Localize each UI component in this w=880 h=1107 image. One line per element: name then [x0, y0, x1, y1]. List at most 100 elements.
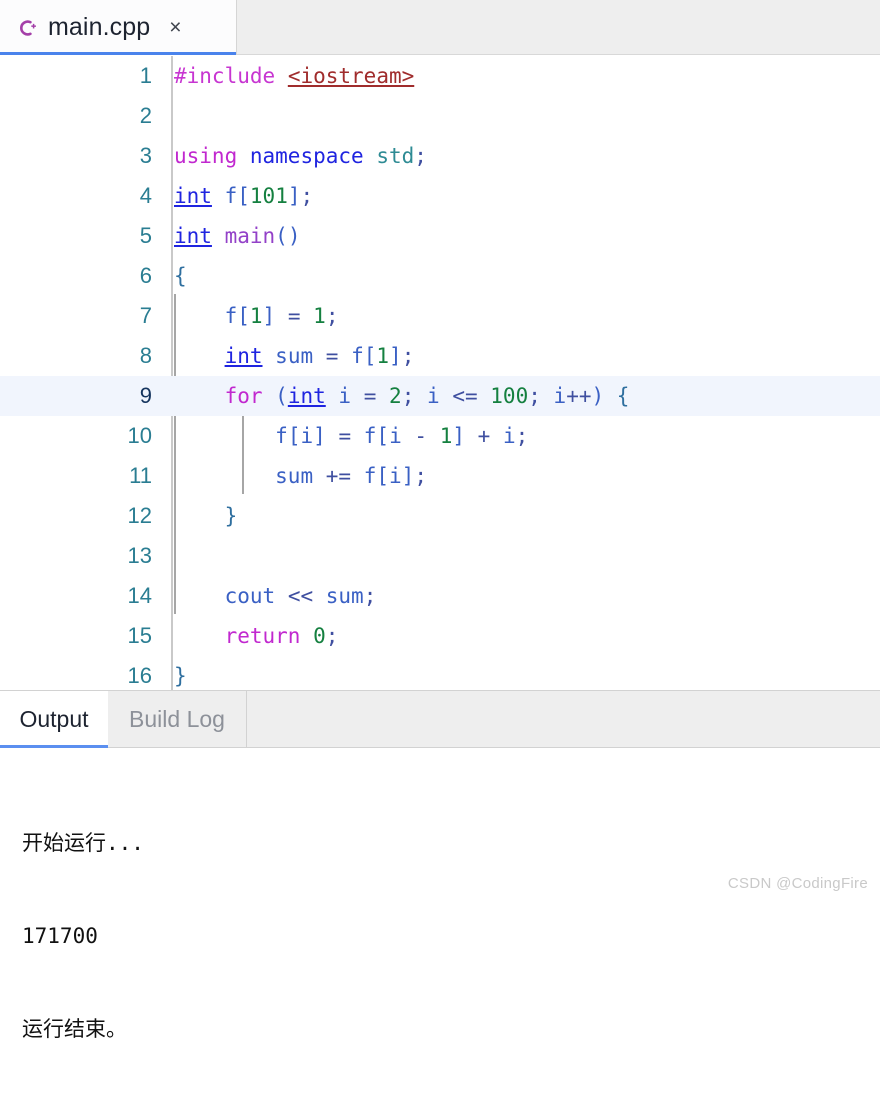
code-line-10: 10 f[i] = f[i - 1] + i;	[0, 416, 880, 456]
token-function: main	[224, 224, 276, 248]
token-operator: =	[325, 344, 339, 368]
token-number: 100	[490, 384, 529, 408]
token-parens: ()	[275, 224, 301, 248]
token-semicolon: ;	[401, 344, 415, 368]
line-number: 5	[139, 223, 152, 248]
token-identifier: i	[427, 384, 440, 408]
token-bracket: [	[376, 424, 390, 448]
code-text: }	[152, 504, 880, 528]
token-semicolon: ;	[515, 424, 529, 448]
token-type: int	[174, 184, 212, 208]
code-text: for (int i = 2; i <= 100; i++) {	[152, 384, 880, 408]
token-identifier: f	[351, 344, 364, 368]
token-number: 1	[249, 304, 263, 328]
code-line-11: 11 sum += f[i];	[0, 456, 880, 496]
code-text: int main()	[152, 224, 880, 248]
line-number: 11	[129, 463, 152, 488]
token-bracket: [	[376, 464, 390, 488]
close-icon[interactable]: ×	[169, 17, 181, 38]
editor-tab-bar: main.cpp ×	[0, 0, 880, 55]
token-brace: }	[174, 664, 187, 688]
token-operator: =	[287, 304, 301, 328]
token-type: int	[287, 384, 326, 408]
code-text: f[i] = f[i - 1] + i;	[152, 424, 880, 448]
tab-build-log[interactable]: Build Log	[108, 691, 247, 747]
token-identifier: f	[363, 464, 377, 488]
code-line-1: 1 #include <iostream>	[0, 56, 880, 96]
code-text: cout << sum;	[152, 584, 880, 608]
token-semicolon: ;	[414, 464, 427, 488]
code-text: int sum = f[1];	[152, 344, 880, 368]
code-line-9-current: 9 for (int i = 2; i <= 100; i++) {	[0, 376, 880, 416]
token-identifier: f	[224, 304, 238, 328]
output-line: 171700	[22, 924, 98, 948]
token-operator: ++	[566, 384, 592, 408]
token-type: int	[174, 224, 212, 248]
code-line-15: 15 return 0;	[0, 616, 880, 656]
token-operator: =	[338, 424, 352, 448]
code-editor[interactable]: 1 #include <iostream> 2 3 using namespac…	[0, 56, 880, 690]
code-text: using namespace std;	[152, 144, 880, 168]
token-semicolon: ;	[401, 384, 415, 408]
code-line-5: 5 int main()	[0, 216, 880, 256]
token-operator: <=	[452, 384, 478, 408]
line-number: 3	[139, 143, 152, 168]
token-identifier: i	[502, 424, 516, 448]
code-line-3: 3 using namespace std;	[0, 136, 880, 176]
token-namespace: namespace	[249, 144, 364, 168]
code-line-14: 14 cout << sum;	[0, 576, 880, 616]
token-std: std	[376, 144, 415, 168]
line-number: 1	[139, 63, 152, 88]
line-number: 7	[139, 303, 152, 328]
token-operator: =	[363, 384, 377, 408]
token-number: 2	[389, 384, 402, 408]
token-bracket: ]	[401, 464, 415, 488]
token-semicolon: ;	[300, 184, 314, 208]
token-bracket: ]	[389, 344, 402, 368]
token-bracket: [	[363, 344, 377, 368]
file-tab-main-cpp[interactable]: main.cpp ×	[0, 0, 237, 55]
code-text: int f[101];	[152, 184, 880, 208]
token-identifier: sum	[275, 464, 314, 488]
token-semicolon: ;	[325, 624, 339, 648]
token-identifier: sum	[325, 584, 364, 608]
token-bracket: [	[237, 184, 250, 208]
line-number: 16	[127, 663, 152, 688]
token-semicolon: ;	[363, 584, 377, 608]
token-paren: (	[275, 384, 288, 408]
token-identifier: i	[389, 424, 402, 448]
token-identifier: f	[224, 184, 238, 208]
token-keyword: using	[174, 144, 238, 168]
code-line-4: 4 int f[101];	[0, 176, 880, 216]
code-line-2: 2	[0, 96, 880, 136]
token-bracket: ]	[452, 424, 465, 448]
token-bracket: [	[287, 424, 301, 448]
token-identifier: i	[553, 384, 567, 408]
line-number: 2	[139, 103, 152, 128]
token-identifier: sum	[275, 344, 314, 368]
code-text: #include <iostream>	[152, 64, 880, 88]
token-identifier: f	[275, 424, 288, 448]
token-paren: )	[591, 384, 605, 408]
token-brace: {	[616, 384, 630, 408]
token-keyword: return	[224, 624, 301, 648]
token-preprocessor: #include	[174, 64, 276, 88]
code-line-6: 6 {	[0, 256, 880, 296]
token-brace: {	[174, 264, 187, 288]
code-text: f[1] = 1;	[152, 304, 880, 328]
tab-output[interactable]: Output	[0, 691, 108, 748]
code-text: sum += f[i];	[152, 464, 880, 488]
cpp-file-icon	[17, 17, 39, 39]
code-line-12: 12 }	[0, 496, 880, 536]
token-bracket: ]	[313, 424, 326, 448]
panel-tab-bar: Output Build Log	[0, 690, 880, 748]
line-number: 14	[127, 583, 152, 608]
line-number: 6	[139, 263, 152, 288]
token-semicolon: ;	[414, 144, 427, 168]
line-number: 4	[139, 183, 152, 208]
token-identifier: cout	[224, 584, 276, 608]
token-identifier: i	[338, 384, 352, 408]
output-line: 开始运行...	[22, 831, 144, 855]
token-number: 1	[313, 304, 326, 328]
file-tab-label: main.cpp	[48, 13, 151, 41]
